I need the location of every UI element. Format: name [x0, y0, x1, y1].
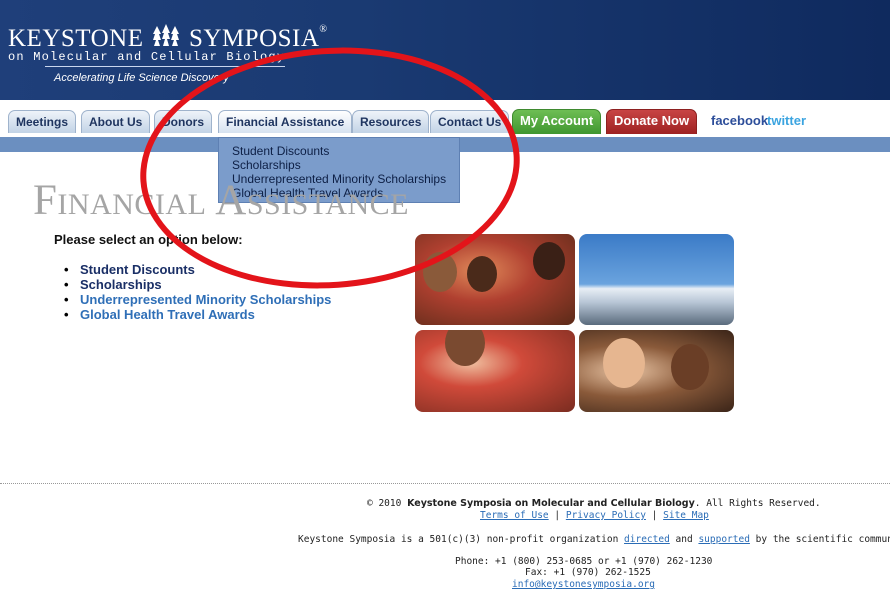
tab-meetings[interactable]: Meetings: [8, 110, 77, 133]
privacy-link[interactable]: Privacy Policy: [566, 510, 646, 521]
trees-logo-icon: [153, 24, 180, 46]
photo-two-women: [579, 330, 734, 412]
phone-line: Phone: +1 (800) 253-0685 or +1 (970) 262…: [455, 556, 713, 567]
my-account-button[interactable]: My Account: [512, 109, 602, 134]
fax-line: Fax: +1 (970) 262-1525: [525, 567, 651, 578]
logo-subtitle: on Molecular and Cellular Biology: [8, 50, 286, 64]
tagline: Accelerating Life Science Discovery: [54, 72, 229, 84]
email-link[interactable]: info@keystonesymposia.org: [512, 579, 655, 590]
email-line: info@keystonesymposia.org: [512, 579, 655, 590]
nonprofit-line: Keystone Symposia is a 501(c)(3) non-pro…: [298, 534, 890, 545]
and-text: and: [675, 534, 693, 545]
option-student-discounts[interactable]: Student Discounts: [80, 262, 195, 277]
separator: |: [651, 510, 658, 521]
list-item: Underrepresented Minority Scholarships: [64, 292, 331, 307]
separator: |: [554, 510, 561, 521]
photo-attendees: [415, 330, 575, 412]
donate-now-button[interactable]: Donate Now: [606, 109, 698, 134]
tab-about-us[interactable]: About Us: [81, 110, 151, 133]
logo-text-right: SYMPOSIA: [188, 25, 320, 52]
facebook-link[interactable]: facebook: [711, 113, 768, 128]
footer-divider: [0, 483, 890, 484]
rights-reserved: . All Rights Reserved.: [694, 498, 821, 509]
twitter-link[interactable]: twitter: [767, 113, 806, 128]
supported-link[interactable]: supported: [698, 534, 749, 545]
list-item: Global Health Travel Awards: [64, 307, 331, 322]
nonprofit-text: Keystone Symposia is a 501(c)(3) non-pro…: [298, 534, 619, 545]
sitemap-link[interactable]: Site Map: [663, 510, 709, 521]
org-name: Keystone Symposia on Molecular and Cellu…: [407, 498, 695, 509]
directed-link[interactable]: directed: [624, 534, 670, 545]
site-logo[interactable]: KEYSTONE SYMPOSIA®: [8, 24, 328, 53]
copyright-year: © 2010: [367, 498, 402, 509]
trademark-symbol: ®: [319, 24, 328, 35]
photo-mountains: [579, 234, 734, 325]
copyright-line: © 2010 Keystone Symposia on Molecular an…: [367, 498, 821, 509]
footer-links: Terms of Use | Privacy Policy | Site Map: [480, 510, 709, 521]
terms-link[interactable]: Terms of Use: [480, 510, 549, 521]
option-scholarships[interactable]: Scholarships: [80, 277, 162, 292]
option-minority-scholarships[interactable]: Underrepresented Minority Scholarships: [80, 292, 331, 307]
community-text: by the scientific community.: [755, 534, 890, 545]
logo-text-left: KEYSTONE: [8, 25, 144, 52]
option-travel-awards[interactable]: Global Health Travel Awards: [80, 307, 255, 322]
